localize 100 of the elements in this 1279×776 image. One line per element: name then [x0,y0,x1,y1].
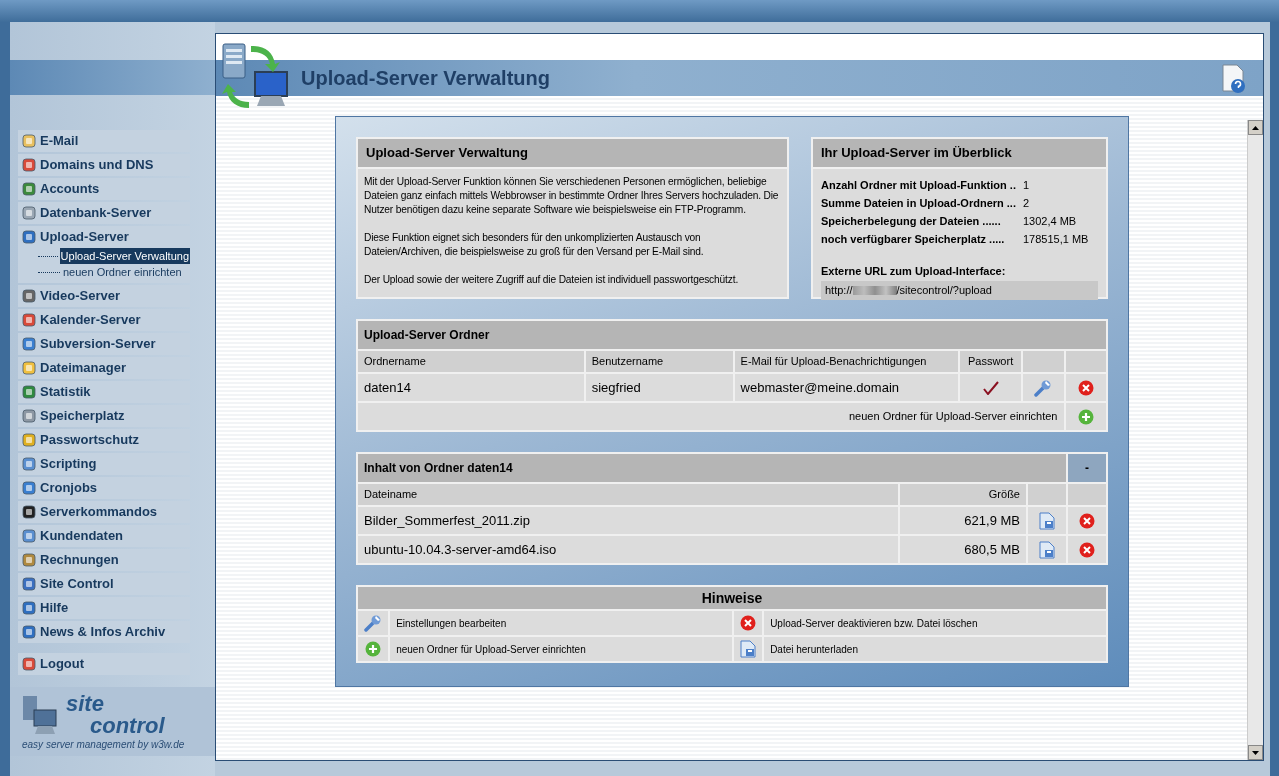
column-header: Dateiname [358,484,898,505]
download-icon [740,640,757,658]
wrench-icon [364,614,383,632]
logout-icon [22,657,36,671]
menu-icon [22,134,36,148]
delete-icon[interactable] [1079,513,1095,530]
sidebar-item[interactable]: Serverkommandos [18,501,190,523]
menu-icon [22,625,36,639]
menu-icon [22,230,36,244]
stat-value: 1302,4 MB [1023,214,1077,230]
table-title: Hinweise [358,587,1106,609]
table-cell: Bilder_Sommerfest_2011.zip [358,507,898,534]
url-label: Externe URL zum Upload-Interface: [821,263,1007,279]
delete-icon[interactable] [1079,542,1095,559]
add-icon [365,641,382,658]
sidebar-item[interactable]: Passwortschutz [18,429,190,451]
stat-label: Anzahl Ordner mit Upload-Funktion .. [821,178,1017,194]
menu-icon [22,158,36,172]
panel-title: Upload-Server Verwaltung [358,139,787,169]
delete-icon[interactable] [1077,380,1094,397]
page-title: Upload-Server Verwaltung [301,66,550,91]
add-icon[interactable] [1077,409,1094,426]
menu-icon [22,601,36,615]
menu-icon [22,433,36,447]
help-icon[interactable] [1221,64,1247,94]
table-title: Inhalt von Ordner daten14 [358,454,1066,482]
sidebar-item[interactable]: E-Mail [18,130,190,152]
stat-value: 178515,1 MB [1023,232,1089,248]
menu-icon [22,481,36,495]
menu-icon [22,457,36,471]
sidebar-item[interactable]: Kalender-Server [18,309,190,331]
menu-icon [22,385,36,399]
menu-icon [22,553,36,567]
sidebar-item[interactable]: Kundendaten [18,525,190,547]
column-header: Größe [900,484,1026,505]
menu-icon [22,206,36,220]
table-title: Upload-Server Ordner [358,321,1106,349]
table-cell: ubuntu-10.04.3-server-amd64.iso [358,536,898,563]
arrow-up-icon [1252,125,1259,130]
scroll-down-button[interactable] [1248,745,1263,760]
column-header: Passwort [960,351,1022,372]
hint-text: neuen Ordner für Upload-Server einrichten [390,637,732,661]
delete-icon [740,615,757,632]
logout-link[interactable]: Logout [18,653,190,675]
logo-text: control [89,715,165,737]
sidebar-item[interactable]: Upload-Server [18,226,190,248]
download-icon[interactable] [1039,541,1055,560]
arrow-down-icon [1252,750,1259,755]
sidebar-item[interactable]: Speicherplatz [18,405,190,427]
sidebar-item[interactable]: Rechnungen [18,549,190,571]
sidebar-item[interactable]: Video-Server [18,285,190,307]
sidebar-item[interactable]: Datenbank-Server [18,202,190,224]
panel-title: Ihr Upload-Server im Überblick [813,139,1106,169]
menu-icon [22,577,36,591]
sidebar-item[interactable]: Domains und DNS [18,154,190,176]
menu-icon [22,289,36,303]
add-folder-label: neuen Ordner für Upload-Server einrichten [358,403,1064,430]
menu-icon [22,505,36,519]
sidebar-item[interactable]: News & Infos Archiv [18,621,190,643]
table-cell: webmaster@meine.domain [734,374,959,401]
sidebar-item[interactable]: Accounts [18,178,190,200]
submenu-item[interactable]: Upload-Server Verwaltung [59,247,190,265]
hint-text: Upload-Server deaktivieren bzw. Datei löschen [764,611,1106,635]
sidebar-item[interactable]: Site Control [18,573,190,595]
stat-label: Speicherbelegung der Dateien ...... [821,214,1002,230]
paragraph: Diese Funktion eignet sich besonders für den unkomplizierten Austausch von Dateien/Archiven, die beispielsweise zu groß für den Versand per E-Mail sind. [364,230,705,259]
table-cell: 680,5 MB [900,536,1026,563]
menu-icon [22,361,36,375]
menu-icon [22,337,36,351]
submenu-item[interactable]: neuen Ordner einrichten [62,263,183,281]
sidebar-item[interactable]: Scripting [18,453,190,475]
url-text: /sitecontrol/?upload [896,283,992,298]
hint-text: Einstellungen bearbeiten [390,611,732,635]
hint-text: Datei herunterladen [764,637,1106,661]
download-icon[interactable] [1039,512,1055,531]
menu-icon [22,182,36,196]
sidebar-item[interactable]: Subversion-Server [18,333,190,355]
paragraph: Mit der Upload-Server Funktion können Sie verschiedenen Personen ermöglichen, beliebige Dateien ganz einfach mittels Webbrowser in bestimmte Ordner Ihres Servers hochzuladen. Die Nutzer benötigen dazu keine separate Software wie beispielsweise ein FTP-Programm. [364,174,780,217]
paragraph: Der Upload sowie der weitere Zugriff auf die Dateien ist individuell passwortgeschützt. [364,272,740,287]
menu-icon [22,409,36,423]
table-cell: siegfried [585,374,733,401]
collapse-button[interactable]: - [1068,454,1106,482]
column-header: Benutzername [585,351,733,372]
logo-icon [22,694,58,736]
table-cell: daten14 [358,374,584,401]
sidebar-item[interactable]: Hilfe [18,597,190,619]
stat-label: Summe Dateien in Upload-Ordnern ... [821,196,1017,212]
menu-icon [22,313,36,327]
logo-text: site [66,693,105,715]
wrench-icon[interactable] [1034,379,1053,398]
stat-value: 1 [1023,178,1030,194]
column-header: E-Mail für Upload-Benachrichtigungen [734,351,959,372]
sidebar-item[interactable]: Cronjobs [18,477,190,499]
stat-label: noch verfügbarer Speicherplatz ..... [821,232,1006,248]
menu-icon [22,529,36,543]
sidebar-item[interactable]: Dateimanager [18,357,190,379]
sidebar-item[interactable]: Statistik [18,381,190,403]
scroll-up-button[interactable] [1248,120,1263,135]
stat-value: 2 [1023,196,1030,212]
logo-tagline: easy server management by w3w.de [22,738,186,752]
